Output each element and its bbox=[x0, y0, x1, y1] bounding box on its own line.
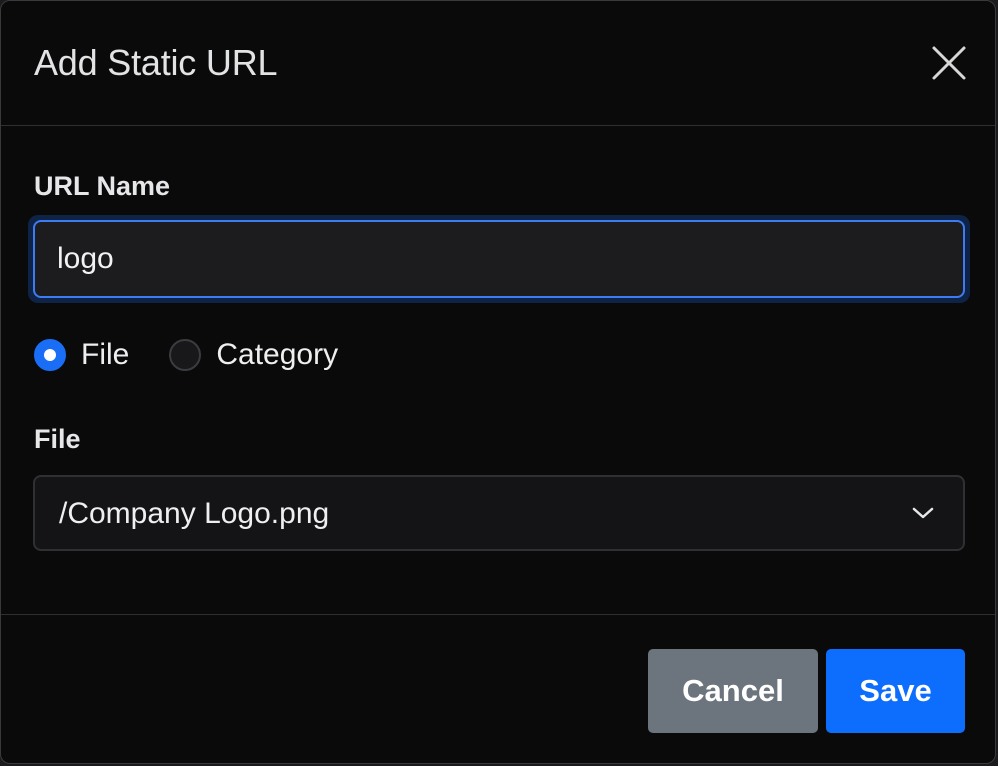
radio-file-label: File bbox=[81, 338, 130, 371]
file-select-value: /Company Logo.png bbox=[59, 497, 330, 530]
dialog-footer: Cancel Save bbox=[1, 615, 995, 763]
url-name-input[interactable] bbox=[33, 220, 965, 298]
radio-file-checked[interactable] bbox=[34, 339, 66, 371]
close-button[interactable] bbox=[929, 43, 969, 83]
chevron-down-icon bbox=[911, 501, 935, 530]
save-button[interactable]: Save bbox=[826, 649, 965, 733]
dialog-body: URL Name File Category File /Company Log… bbox=[1, 126, 995, 615]
radio-option-category[interactable]: Category bbox=[169, 337, 338, 373]
url-name-label: URL Name bbox=[34, 171, 171, 201]
cancel-button[interactable]: Cancel bbox=[648, 649, 818, 733]
source-type-radio-group: File Category bbox=[34, 337, 378, 373]
close-icon bbox=[929, 43, 969, 83]
url-name-focus-ring bbox=[28, 215, 970, 303]
file-label: File bbox=[34, 424, 81, 454]
radio-option-file[interactable]: File bbox=[34, 337, 129, 373]
file-select[interactable]: /Company Logo.png bbox=[33, 475, 965, 551]
dialog-title: Add Static URL bbox=[34, 42, 278, 83]
add-static-url-dialog: Add Static URL URL Name File Category bbox=[0, 0, 996, 764]
radio-category-label: Category bbox=[216, 338, 339, 371]
radio-category-unchecked[interactable] bbox=[169, 339, 202, 371]
dialog-header: Add Static URL bbox=[1, 1, 995, 126]
